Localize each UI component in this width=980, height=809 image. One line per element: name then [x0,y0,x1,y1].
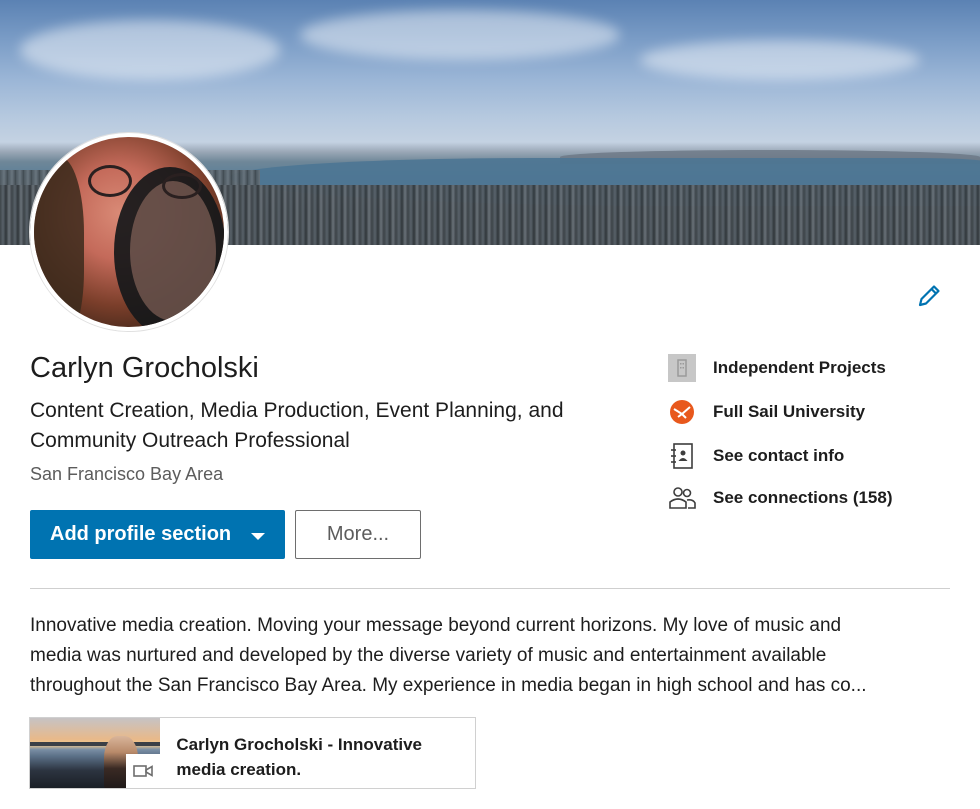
people-icon [667,483,697,513]
add-profile-section-button[interactable]: Add profile section [30,510,285,559]
building-icon [667,353,697,383]
pencil-icon [918,285,940,307]
summary-media-card[interactable]: Carlyn Grocholski - Innovative media cre… [29,717,476,789]
video-badge [126,754,161,788]
sidebar-item-label: Independent Projects [713,358,886,377]
cover-cloud [300,10,620,60]
profile-avatar[interactable] [30,133,228,331]
caret-down-icon [251,533,265,540]
avatar-microphone-reflection [130,181,216,321]
summary-line: media was nurtured and developed by the … [30,645,827,666]
cover-cloud [640,40,920,80]
media-title: Carlyn Grocholski - Innovative media cre… [176,735,422,779]
video-icon [133,765,154,777]
summary-line: throughout the San Francisco Bay Area. M… [30,675,867,696]
sidebar-item-label: See connections (158) [713,488,893,507]
section-divider [30,588,950,589]
more-button[interactable]: More... [295,510,421,559]
avatar-glasses-left [88,165,132,197]
sidebar-item-label: See contact info [713,446,845,465]
contact-book-icon [667,441,697,471]
sidebar-item-label: Full Sail University [713,402,866,421]
thumbnail-pier [30,742,161,746]
profile-location: San Francisco Bay Area [30,464,224,484]
cover-cloud [20,20,280,80]
avatar-glasses-right [162,173,202,199]
school-logo-icon [667,397,697,427]
add-profile-section-label: Add profile section [50,523,232,545]
profile-summary[interactable]: Innovative media creation. Moving your m… [30,611,955,701]
profile-headline: Content Creation, Media Production, Even… [30,399,564,452]
profile-name: Carlyn Grocholski [30,352,259,384]
sidebar-item-connections[interactable]: See connections (158) [667,482,967,514]
summary-line: Innovative media creation. Moving your m… [30,615,842,636]
media-thumbnail[interactable] [30,718,161,788]
sidebar-item-contact-info[interactable]: See contact info [667,440,967,472]
edit-intro-button[interactable] [914,281,944,311]
avatar-hair [34,157,84,327]
sidebar-item-current-position[interactable]: Independent Projects [667,352,967,384]
sidebar-item-education[interactable]: Full Sail University [667,396,967,428]
